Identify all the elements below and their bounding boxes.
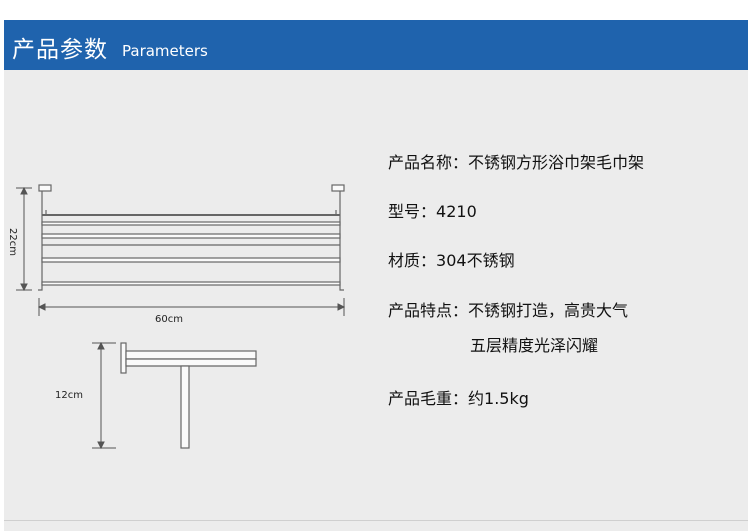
rack-side-view — [120, 342, 257, 449]
spec-label: 产品毛重 — [388, 389, 453, 408]
height-dimension-label: 22cm — [7, 228, 18, 256]
spec-features: 产品特点：不锈钢打造，高贵大气 — [388, 297, 628, 321]
spec-value: 304不锈钢 — [436, 251, 515, 270]
spec-separator: ： — [420, 251, 437, 270]
spec-label: 型号 — [388, 202, 421, 221]
depth-dimension-label: 12cm — [55, 390, 83, 401]
towel-rack-diagram — [16, 184, 346, 450]
page-subtitle: Parameters — [122, 42, 208, 60]
page-title: 产品参数 — [12, 37, 108, 63]
spec-separator: ： — [452, 301, 469, 320]
spec-value: 4210 — [436, 202, 477, 221]
spec-value: 五层精度光泽闪耀 — [470, 336, 599, 355]
spec-separator: ： — [420, 202, 437, 221]
spec-separator: ： — [452, 153, 469, 172]
spec-value: 约1.5kg — [468, 389, 529, 408]
spec-model: 型号：4210 — [388, 198, 477, 222]
spec-value: 不锈钢方形浴巾架毛巾架 — [468, 153, 645, 172]
spec-material: 材质：304不锈钢 — [388, 247, 515, 271]
bottom-divider — [4, 520, 748, 521]
spec-label: 材质 — [388, 251, 421, 270]
spec-product-name: 产品名称：不锈钢方形浴巾架毛巾架 — [388, 149, 644, 173]
width-dimension-line — [37, 298, 346, 316]
height-dimension-line — [16, 186, 32, 292]
spec-label: 产品名称 — [388, 153, 453, 172]
spec-separator: ： — [452, 389, 469, 408]
parameters-panel: 22cm 60cm 12cm — [4, 70, 748, 531]
width-dimension-label: 60cm — [155, 314, 183, 325]
rack-front-view — [38, 184, 345, 291]
depth-dimension-line — [92, 341, 116, 450]
spec-features-continued: 五层精度光泽闪耀 — [470, 332, 598, 356]
spec-value: 不锈钢打造，高贵大气 — [468, 301, 629, 320]
spec-gross-weight: 产品毛重：约1.5kg — [388, 385, 529, 409]
header-bar: 产品参数 Parameters — [4, 20, 748, 70]
spec-label: 产品特点 — [388, 301, 453, 320]
